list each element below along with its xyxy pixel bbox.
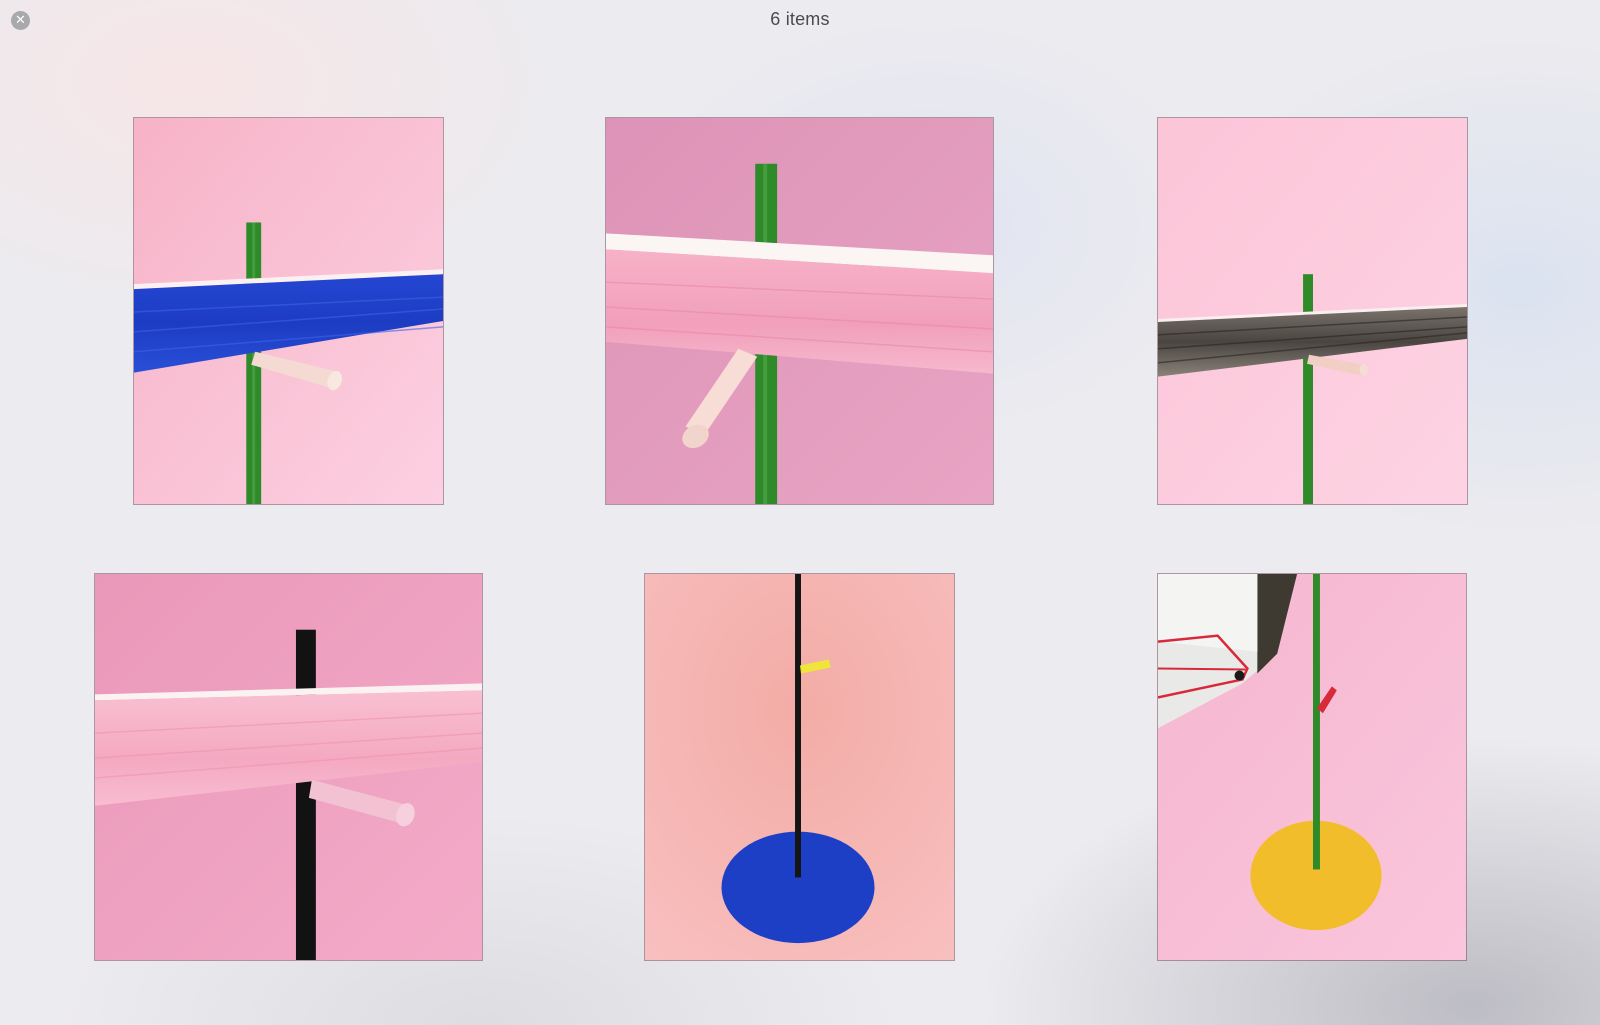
photo-thumbnail-1[interactable]: [133, 117, 444, 505]
photo-thumbnail-5[interactable]: [644, 573, 955, 961]
photo-thumbnail-6[interactable]: [1157, 573, 1467, 961]
window-title: 6 items: [770, 9, 830, 29]
photo-thumbnail-4[interactable]: [94, 573, 483, 961]
photo-thumbnail-3[interactable]: [1157, 117, 1468, 505]
photo-thumbnail-2[interactable]: [605, 117, 994, 505]
